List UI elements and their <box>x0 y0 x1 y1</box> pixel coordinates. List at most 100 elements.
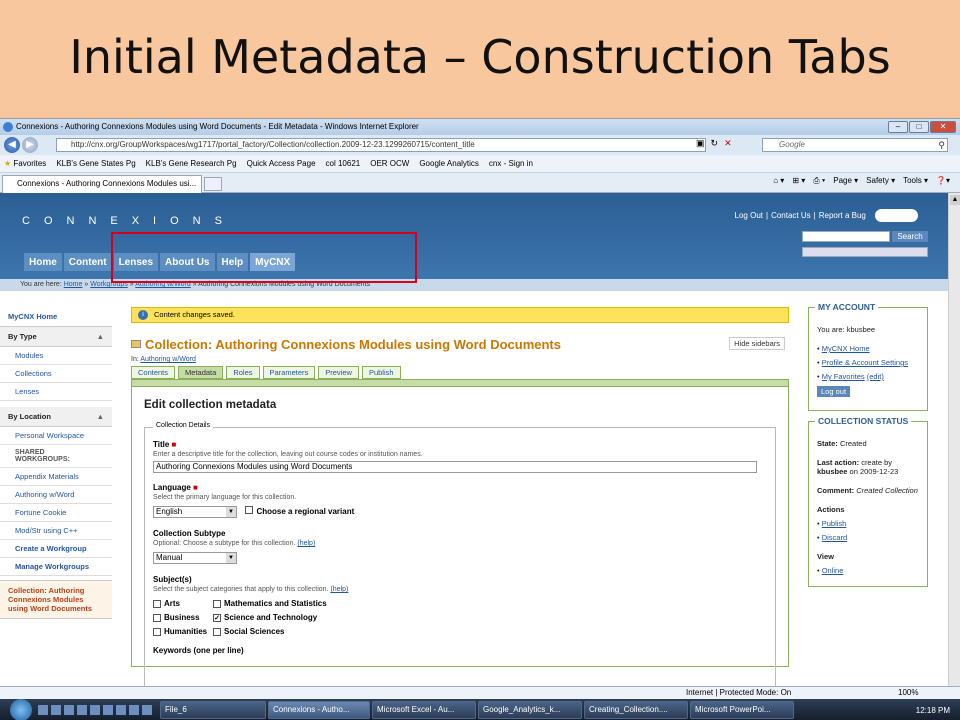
quick-launch-icon[interactable] <box>51 705 61 715</box>
logout-button[interactable]: Log out <box>817 386 851 397</box>
favorite-link[interactable]: Google Analytics <box>419 155 479 172</box>
sidebar-by-type[interactable]: By Type ▲ <box>0 327 112 347</box>
minimize-button[interactable]: – <box>888 121 908 133</box>
sidebar-by-location[interactable]: By Location ▲ <box>0 407 112 427</box>
maximize-button[interactable]: □ <box>909 121 929 133</box>
horizontal-scrollbar[interactable] <box>802 247 928 257</box>
subject-option[interactable]: Social Sciences <box>213 627 353 636</box>
new-tab-button[interactable] <box>204 177 222 191</box>
taskbar-button[interactable]: Creating_Collection.... <box>584 701 688 719</box>
subject-checkbox[interactable] <box>153 613 161 622</box>
taskbar-button[interactable]: Connexions - Autho... <box>268 701 370 719</box>
sidebar-current-collection[interactable]: Collection: Authoring Connexions Modules… <box>0 580 112 619</box>
site-search-button[interactable]: Search <box>892 231 928 242</box>
compat-icon[interactable]: ▣ <box>696 138 705 149</box>
sidebar-mycnx-home[interactable]: MyCNX Home <box>0 307 112 327</box>
sidebar-workgroup[interactable]: Mod/Str using C++ <box>0 522 112 540</box>
subject-checkbox[interactable] <box>153 627 161 636</box>
sidebar-workgroup[interactable]: Fortune Cookie <box>0 504 112 522</box>
quick-launch-icon[interactable] <box>77 705 87 715</box>
subtype-help-link[interactable]: (help) <box>297 540 315 547</box>
nav-content[interactable]: Content <box>63 253 112 271</box>
subject-checkbox[interactable] <box>213 627 221 636</box>
quick-launch-icon[interactable] <box>90 705 100 715</box>
stop-icon[interactable]: ✕ <box>724 138 732 149</box>
profile-link[interactable]: Profile & Account Settings <box>822 358 908 367</box>
site-search-input[interactable] <box>802 231 890 242</box>
tab-parameters[interactable]: Parameters <box>262 366 316 379</box>
tab-publish[interactable]: Publish <box>361 366 401 379</box>
favorite-link[interactable]: Quick Access Page <box>247 155 316 172</box>
discard-link[interactable]: Discard <box>822 533 847 542</box>
quick-launch-icon[interactable] <box>38 705 48 715</box>
subject-option[interactable]: ✓ Science and Technology <box>213 613 353 622</box>
sidebar-item-lenses[interactable]: Lenses <box>0 383 112 401</box>
language-select[interactable]: English ▼ <box>153 506 237 518</box>
contact-link[interactable]: Contact Us <box>771 211 811 220</box>
title-input[interactable]: Authoring Connexions Modules using Word … <box>153 461 757 473</box>
favorites-link[interactable]: My Favorites <box>822 372 865 381</box>
sidebar-item-modules[interactable]: Modules <box>0 347 112 365</box>
sidebar-create-workgroup[interactable]: Create a Workgroup <box>0 540 112 558</box>
search-icon[interactable]: ⚲ <box>938 139 945 151</box>
zoom-level[interactable]: 100% <box>898 687 918 699</box>
subtype-select[interactable]: Manual ▼ <box>153 552 237 564</box>
breadcrumb-home[interactable]: Home <box>64 281 83 288</box>
subject-option[interactable]: Business <box>153 613 213 622</box>
home-icon[interactable]: ⌂ ▾ <box>773 176 784 186</box>
safety-menu[interactable]: Safety ▾ <box>866 176 895 186</box>
in-workgroup-link[interactable]: Authoring w/Word <box>140 356 196 363</box>
variant-checkbox[interactable] <box>245 505 254 514</box>
search-input[interactable]: Google ⚲ <box>762 138 948 152</box>
tab-roles[interactable]: Roles <box>226 366 260 379</box>
sidebar-manage-workgroups[interactable]: Manage Workgroups <box>0 558 112 576</box>
report-bug-link[interactable]: Report a Bug <box>819 211 866 220</box>
subject-checkbox[interactable]: ✓ <box>213 613 221 622</box>
refresh-icon[interactable]: ↻ <box>711 138 719 149</box>
favorite-link[interactable]: col 10621 <box>326 155 361 172</box>
hide-sidebars-button[interactable]: Hide sidebars <box>729 337 785 350</box>
logout-link[interactable]: Log Out <box>735 211 763 220</box>
taskbar-button[interactable]: Google_Analytics_k... <box>478 701 582 719</box>
favorite-link[interactable]: KLB's Gene Research Pg <box>146 155 237 172</box>
tools-menu[interactable]: Tools ▾ <box>903 176 928 186</box>
subject-option[interactable]: Arts <box>153 599 213 608</box>
help-icon[interactable]: ❓▾ <box>936 176 950 186</box>
forward-button[interactable]: ▶ <box>22 137 38 153</box>
donate-button[interactable]: Donate <box>874 209 918 222</box>
publish-link[interactable]: Publish <box>822 519 847 528</box>
tab-metadata[interactable]: Metadata <box>178 366 224 379</box>
quick-launch-icon[interactable] <box>129 705 139 715</box>
feeds-icon[interactable]: ⊞ ▾ <box>792 176 805 186</box>
taskbar-button[interactable]: Microsoft PowerPoi... <box>690 701 794 719</box>
back-button[interactable]: ◀ <box>4 137 20 153</box>
quick-launch-icon[interactable] <box>103 705 113 715</box>
print-icon[interactable]: ⎙ ▾ <box>813 176 825 186</box>
quick-launch-icon[interactable] <box>116 705 126 715</box>
sidebar-item-personal[interactable]: Personal Workspace <box>0 427 112 445</box>
vertical-scrollbar[interactable]: ▲ <box>948 193 960 686</box>
url-input[interactable]: http://cnx.org/GroupWorkspaces/wg1717/po… <box>56 138 706 152</box>
favorites-edit-link[interactable]: (edit) <box>867 372 884 381</box>
nav-home[interactable]: Home <box>24 253 62 271</box>
mycnx-home-link[interactable]: MyCNX Home <box>822 344 870 353</box>
online-link[interactable]: Online <box>822 566 844 575</box>
taskbar-button[interactable]: File_6 <box>160 701 266 719</box>
tab-preview[interactable]: Preview <box>318 366 359 379</box>
close-button[interactable]: ✕ <box>930 121 956 133</box>
favorite-link[interactable]: KLB's Gene States Pg <box>56 155 135 172</box>
favorite-link[interactable]: OER OCW <box>370 155 409 172</box>
quick-launch-icon[interactable] <box>64 705 74 715</box>
sidebar-workgroup[interactable]: Appendix Materials <box>0 468 112 486</box>
subject-option[interactable]: Humanities <box>153 627 213 636</box>
browser-tab[interactable]: Connexions - Authoring Connexions Module… <box>2 175 202 193</box>
clock[interactable]: 12:18 PM <box>916 706 950 715</box>
subjects-help-link[interactable]: (help) <box>330 586 348 593</box>
start-button[interactable] <box>10 699 32 720</box>
tab-contents[interactable]: Contents <box>131 366 176 379</box>
subject-option[interactable]: Mathematics and Statistics <box>213 599 353 608</box>
quick-launch-icon[interactable] <box>142 705 152 715</box>
page-menu[interactable]: Page ▾ <box>833 176 858 186</box>
sidebar-workgroup[interactable]: Authoring w/Word <box>0 486 112 504</box>
taskbar-button[interactable]: Microsoft Excel - Au... <box>372 701 476 719</box>
